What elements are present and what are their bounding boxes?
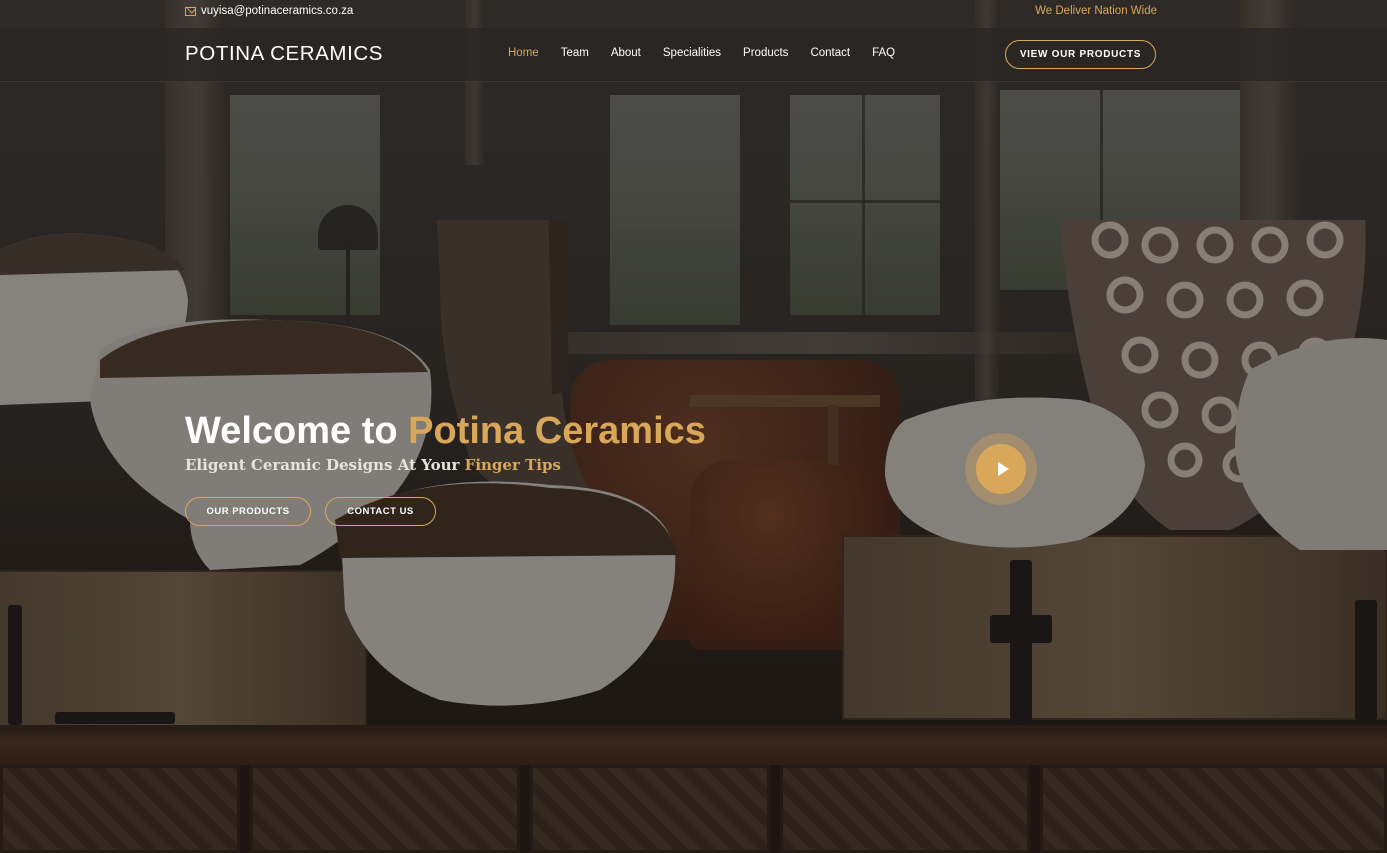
nav-item-home[interactable]: Home: [508, 47, 539, 59]
hero-title-accent: Potina Ceramics: [408, 410, 706, 452]
hero-title: Welcome to Potina Ceramics: [185, 410, 706, 453]
delivery-note: We Deliver Nation Wide: [1035, 5, 1157, 17]
nav-item-about[interactable]: About: [611, 47, 641, 59]
nav-item-faq[interactable]: FAQ: [872, 47, 895, 59]
hero-subtitle: Eligent Ceramic Designs At Your Finger T…: [185, 456, 561, 474]
our-products-button[interactable]: OUR PRODUCTS: [185, 497, 311, 526]
hero-subtitle-prefix: Eligent Ceramic Designs At Your: [185, 456, 465, 474]
main-navigation: POTINA CERAMICS Home Team About Speciali…: [0, 28, 1387, 82]
hero-title-prefix: Welcome to: [185, 410, 409, 452]
mail-icon: [185, 6, 196, 16]
nav-item-products[interactable]: Products: [743, 47, 788, 59]
contact-us-button[interactable]: CONTACT US: [325, 497, 436, 526]
top-bar: vuyisa@potinaceramics.co.za We Deliver N…: [0, 0, 1387, 28]
site-logo[interactable]: POTINA CERAMICS: [185, 42, 383, 66]
play-icon: [997, 462, 1009, 476]
nav-item-contact[interactable]: Contact: [810, 47, 850, 59]
nav-item-specialities[interactable]: Specialities: [663, 47, 721, 59]
hero-subtitle-accent: Finger Tips: [464, 456, 561, 474]
view-products-button[interactable]: VIEW OUR PRODUCTS: [1005, 40, 1156, 69]
contact-email-text[interactable]: vuyisa@potinaceramics.co.za: [201, 5, 353, 17]
nav-item-team[interactable]: Team: [561, 47, 589, 59]
contact-email[interactable]: vuyisa@potinaceramics.co.za: [185, 5, 353, 17]
nav-menu: Home Team About Specialities Products Co…: [508, 47, 917, 59]
video-play-button[interactable]: [976, 444, 1026, 494]
